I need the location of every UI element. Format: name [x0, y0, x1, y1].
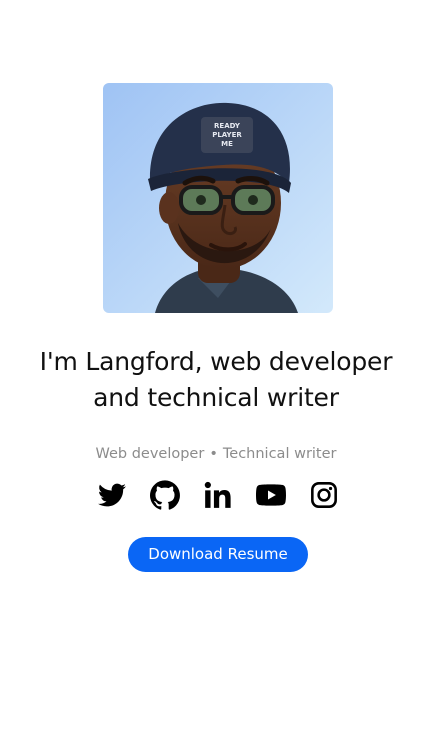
headline-line-2: and technical writer	[93, 383, 339, 412]
github-link[interactable]	[149, 479, 181, 511]
tagline: Web developer • Technical writer	[0, 446, 432, 462]
tag-separator: •	[209, 446, 218, 462]
youtube-link[interactable]	[255, 479, 287, 511]
profile-page: READY PLAYER ME I'm Langford, web develo…	[0, 0, 432, 743]
twitter-link[interactable]	[96, 479, 128, 511]
linkedin-link[interactable]	[202, 479, 234, 511]
youtube-icon	[256, 484, 286, 506]
linkedin-icon	[204, 481, 231, 508]
social-links	[96, 479, 340, 511]
download-resume-button[interactable]: Download Resume	[128, 537, 308, 572]
avatar: READY PLAYER ME	[103, 83, 333, 313]
beanie-text-line2: PLAYER	[212, 131, 242, 139]
avatar-illustration: READY PLAYER ME	[103, 83, 333, 313]
page-title: I'm Langford, web developer and technica…	[0, 344, 432, 416]
github-icon	[150, 480, 180, 510]
instagram-link[interactable]	[308, 479, 340, 511]
instagram-icon	[311, 482, 337, 508]
beanie-text-line3: ME	[221, 140, 233, 148]
beanie-text-line1: READY	[214, 122, 241, 130]
twitter-icon	[98, 483, 126, 507]
headline-line-1: I'm Langford, web developer	[39, 347, 393, 376]
tag-technical-writer: Technical writer	[222, 446, 337, 462]
tag-web-developer: Web developer	[95, 446, 205, 462]
